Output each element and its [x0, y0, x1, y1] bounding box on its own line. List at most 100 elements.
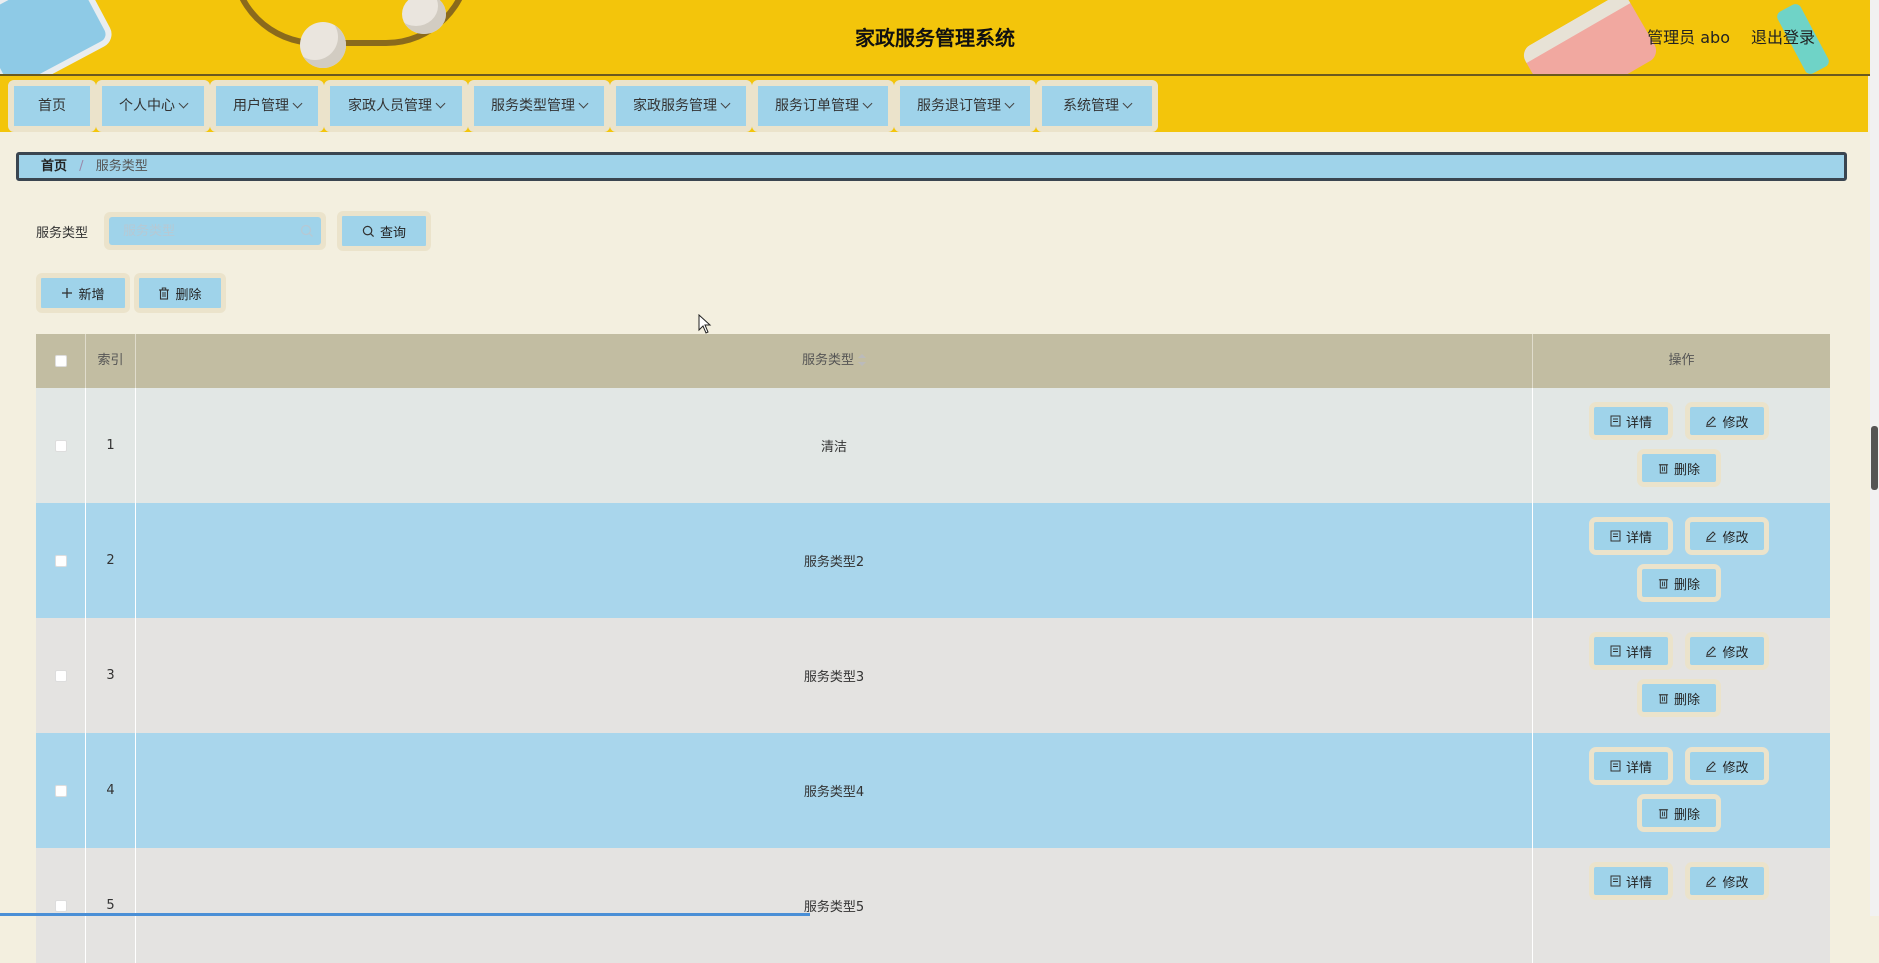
chevron-down-icon — [292, 98, 303, 109]
row-select-cell — [36, 503, 86, 618]
sort-icon[interactable] — [858, 354, 866, 366]
column-header-label: 服务类型 — [801, 353, 854, 368]
row-select-cell — [36, 388, 86, 503]
edit-label: 修改 — [1722, 645, 1749, 661]
pencil-icon — [1705, 415, 1717, 427]
vertical-scrollbar[interactable] — [1870, 0, 1879, 916]
row-operations: 详情 修改 删除 — [1533, 618, 1830, 733]
add-button-label: 新增 — [78, 287, 105, 303]
nav-item-personal-center[interactable]: 个人中心 — [96, 80, 210, 132]
edit-label: 修改 — [1722, 415, 1749, 431]
edit-button[interactable]: 修改 — [1685, 862, 1769, 900]
row-operations: 详情 修改 删除 — [1533, 503, 1830, 618]
nav-item-label: 家政人员管理 — [348, 98, 432, 114]
plus-icon — [61, 287, 73, 299]
edit-label: 修改 — [1722, 875, 1749, 891]
delete-button[interactable]: 删除 — [1637, 679, 1721, 717]
scrollbar-thumb[interactable] — [1871, 426, 1878, 490]
nav-item-system-management[interactable]: 系统管理 — [1036, 80, 1158, 132]
row-checkbox[interactable] — [54, 554, 67, 567]
detail-label: 详情 — [1625, 415, 1652, 431]
edit-button[interactable]: 修改 — [1685, 747, 1769, 785]
delete-label: 删除 — [1673, 462, 1700, 478]
current-user: 管理员 abo — [1647, 28, 1730, 47]
detail-button[interactable]: 详情 — [1589, 747, 1673, 785]
row-select-cell — [36, 733, 86, 848]
detail-button[interactable]: 详情 — [1589, 862, 1673, 900]
detail-button[interactable]: 详情 — [1589, 632, 1673, 670]
nav-item-order-management[interactable]: 服务订单管理 — [752, 80, 894, 132]
row-checkbox[interactable] — [54, 784, 67, 797]
row-service-type: 清洁 — [136, 388, 1533, 503]
delete-button[interactable]: 删除 — [1637, 449, 1721, 487]
nav-item-service-management[interactable]: 家政服务管理 — [610, 80, 752, 132]
chevron-down-icon — [862, 98, 873, 109]
document-icon — [1610, 415, 1621, 427]
edit-button[interactable]: 修改 — [1685, 517, 1769, 555]
chevron-down-icon — [1122, 98, 1133, 109]
nav-item-label: 服务退订管理 — [917, 98, 1001, 114]
add-button[interactable]: 新增 — [36, 273, 130, 313]
row-checkbox[interactable] — [54, 439, 67, 452]
batch-delete-button[interactable]: 删除 — [134, 273, 226, 313]
row-service-type: 服务类型5 — [136, 848, 1533, 963]
logout-link[interactable]: 退出登录 — [1751, 24, 1815, 48]
search-button[interactable]: 查询 — [337, 211, 431, 251]
search-icon — [300, 224, 314, 238]
search-label: 服务类型 — [36, 226, 89, 241]
column-header-service-type[interactable]: 服务类型 — [136, 334, 1533, 388]
trash-icon — [1658, 807, 1669, 819]
nav-item-staff-management[interactable]: 家政人员管理 — [324, 80, 468, 132]
trash-icon — [158, 287, 170, 300]
row-index: 1 — [86, 388, 136, 503]
table-row: 2 服务类型2 详情 修改 删除 — [36, 503, 1830, 618]
nav-item-user-management[interactable]: 用户管理 — [210, 80, 324, 132]
pencil-icon — [1705, 760, 1717, 772]
nav-item-home[interactable]: 首页 — [8, 80, 96, 132]
edit-button[interactable]: 修改 — [1685, 402, 1769, 440]
delete-button[interactable]: 删除 — [1637, 794, 1721, 832]
search-input[interactable] — [109, 217, 321, 245]
table-header: 索引 服务类型 操作 — [36, 334, 1830, 388]
edit-label: 修改 — [1722, 530, 1749, 546]
nav-item-cancellation-management[interactable]: 服务退订管理 — [894, 80, 1036, 132]
edit-button[interactable]: 修改 — [1685, 632, 1769, 670]
detail-label: 详情 — [1625, 875, 1652, 891]
detail-button[interactable]: 详情 — [1589, 402, 1673, 440]
search-box — [104, 212, 326, 250]
mouse-cursor-icon — [698, 314, 712, 334]
pencil-icon — [1705, 530, 1717, 542]
table-row: 1 清洁 详情 修改 删除 — [36, 388, 1830, 503]
column-header-operations: 操作 — [1668, 353, 1695, 368]
chevron-down-icon — [578, 98, 589, 109]
nav-item-label: 服务类型管理 — [491, 98, 575, 114]
column-header-index: 索引 — [86, 334, 136, 388]
select-all-checkbox[interactable] — [54, 355, 67, 367]
row-service-type: 服务类型3 — [136, 618, 1533, 733]
row-index: 2 — [86, 503, 136, 618]
row-select-cell — [36, 618, 86, 733]
delete-label: 删除 — [1673, 807, 1700, 823]
row-operations: 详情 修改 删除 — [1533, 388, 1830, 503]
trash-icon — [1658, 462, 1669, 474]
row-operations: 详情 修改 删除 — [1533, 733, 1830, 848]
row-select-cell — [36, 848, 86, 963]
document-icon — [1610, 760, 1621, 772]
delete-label: 删除 — [1673, 577, 1700, 593]
row-service-type: 服务类型2 — [136, 503, 1533, 618]
table-row: 3 服务类型3 详情 修改 删除 — [36, 618, 1830, 733]
row-operations: 详情 修改 — [1533, 848, 1830, 963]
row-checkbox[interactable] — [54, 669, 67, 682]
nav-item-label: 家政服务管理 — [633, 98, 717, 114]
chevron-down-icon — [178, 98, 189, 109]
nav-item-service-type-management[interactable]: 服务类型管理 — [468, 80, 610, 132]
row-checkbox[interactable] — [54, 899, 67, 912]
breadcrumb-home[interactable]: 首页 — [41, 159, 67, 174]
search-button-label: 查询 — [379, 225, 406, 241]
breadcrumb-current: 服务类型 — [95, 159, 148, 174]
delete-button[interactable]: 删除 — [1637, 564, 1721, 602]
detail-button[interactable]: 详情 — [1589, 517, 1673, 555]
document-icon — [1610, 875, 1621, 887]
app-title: 家政服务管理系统 — [855, 26, 1015, 50]
trash-icon — [1658, 577, 1669, 589]
